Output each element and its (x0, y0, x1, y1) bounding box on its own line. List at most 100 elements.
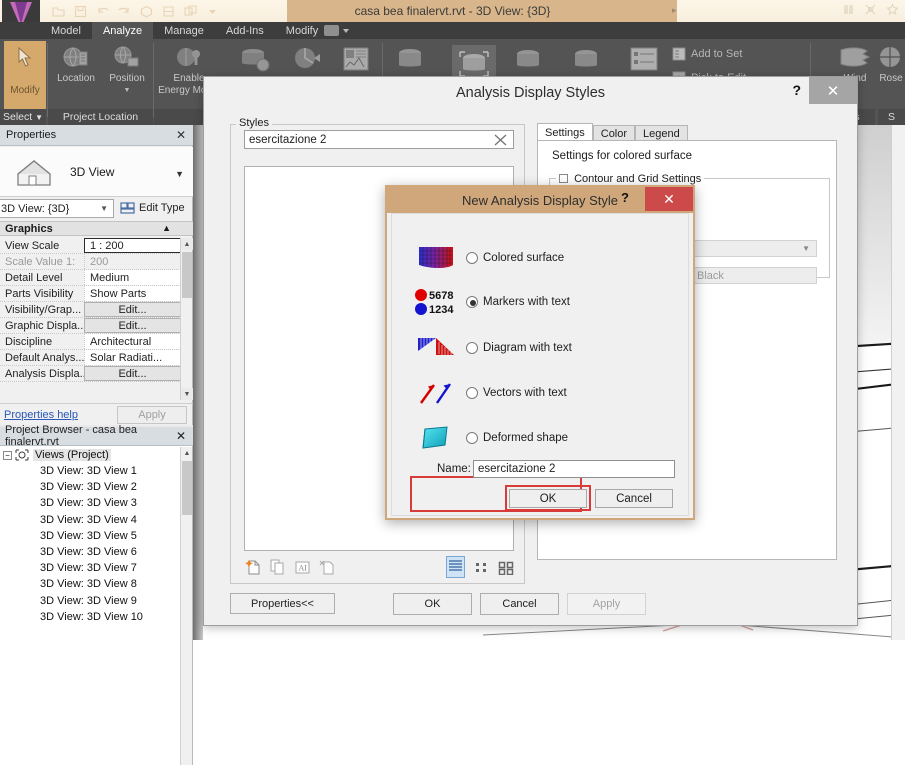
cancel-button[interactable]: Cancel (480, 593, 559, 615)
radio-markers-with-text[interactable] (466, 296, 478, 308)
heating-cooling-loads-button[interactable] (292, 45, 324, 75)
properties-help-link[interactable]: Properties help (4, 409, 78, 421)
scroll-down-icon[interactable]: ▼ (181, 388, 193, 400)
row-value[interactable]: Medium (84, 270, 181, 285)
list-item[interactable]: 3D View: 3D View 6 (0, 544, 181, 560)
table-row[interactable]: Graphic Displa... Edit... (0, 318, 181, 334)
new-style-icon[interactable] (244, 559, 261, 576)
duplicate-style-icon[interactable] (269, 559, 286, 576)
zone-button[interactable] (568, 45, 604, 77)
tab-model[interactable]: Model (40, 22, 92, 39)
select-caret-icon[interactable]: ▼ (35, 113, 43, 122)
section-box-button[interactable] (510, 45, 546, 77)
tab-addins[interactable]: Add-Ins (215, 22, 275, 39)
delete-style-icon[interactable] (319, 559, 336, 576)
color-value-field[interactable]: Black (690, 267, 817, 284)
properties-type-preview[interactable]: 3D View ▼ (0, 147, 193, 197)
option-deformed-shape[interactable]: Deformed shape (414, 416, 674, 460)
add-to-set-item[interactable]: Add to Set (672, 47, 742, 61)
small-icons-view-icon[interactable] (474, 560, 489, 575)
rename-style-icon[interactable]: AI (294, 559, 311, 576)
scroll-up-icon[interactable]: ▲ (181, 238, 193, 250)
table-row[interactable]: Visibility/Grap... Edit... (0, 302, 181, 318)
table-row[interactable]: Detail Level Medium (0, 270, 181, 286)
help-icon[interactable] (842, 3, 855, 16)
table-row[interactable]: Default Analys... Solar Radiati... (0, 350, 181, 366)
list-view-icon[interactable] (446, 556, 465, 578)
radio-colored-surface[interactable] (466, 252, 478, 264)
ribbon-display-options-icon[interactable] (324, 25, 339, 36)
tree-root-views[interactable]: − Views (Project) (0, 447, 181, 463)
signin-icon[interactable] (864, 3, 877, 16)
system-browser-button[interactable] (392, 45, 428, 77)
row-edit-button[interactable]: Edit... (84, 302, 181, 317)
tab-analyze[interactable]: Analyze (91, 22, 154, 39)
expand-icon[interactable]: − (3, 450, 12, 460)
contour-checkbox[interactable] (559, 174, 568, 183)
scroll-up-icon[interactable]: ▲ (181, 447, 193, 459)
collapse-icon[interactable]: ▲ (162, 223, 171, 233)
rose-button[interactable]: Rose (874, 45, 905, 85)
viewport-scrollbar[interactable] (891, 125, 905, 640)
properties-scrollbar[interactable]: ▲ ▼ (180, 238, 193, 400)
list-item[interactable]: 3D View: 3D View 3 (0, 495, 181, 511)
radio-deformed-shape[interactable] (466, 432, 478, 444)
edit-type-button[interactable]: Edit Type (120, 201, 185, 215)
clear-x-icon[interactable] (493, 133, 508, 147)
location-button[interactable]: Location (52, 45, 100, 85)
ribbon-display-options-caret-icon[interactable] (343, 29, 349, 33)
row-edit-button[interactable]: Edit... (84, 366, 181, 381)
close-icon[interactable]: ✕ (176, 128, 186, 142)
list-item[interactable]: 3D View: 3D View 4 (0, 512, 181, 528)
chevron-down-icon[interactable]: ▼ (175, 169, 184, 179)
inner-cancel-button[interactable]: Cancel (595, 489, 673, 508)
ok-button[interactable]: OK (393, 593, 472, 615)
view-selector-combo[interactable]: 3D View: {3D} ▼ (0, 199, 114, 218)
open-icon[interactable] (52, 5, 65, 18)
modify-button[interactable]: Modify (4, 41, 46, 119)
help-icon[interactable]: ? (621, 190, 629, 205)
table-row[interactable]: Parts Visibility Show Parts (0, 286, 181, 302)
row-value[interactable]: 1 : 200 (84, 238, 181, 253)
table-row[interactable]: View Scale 1 : 200 (0, 238, 181, 254)
close-icon[interactable]: ✕ (809, 77, 857, 104)
close-icon[interactable]: ✕ (645, 187, 693, 211)
row-value[interactable]: Show Parts (84, 286, 181, 301)
name-input[interactable]: esercitazione 2 (473, 460, 675, 478)
3d-view-icon[interactable] (140, 5, 153, 18)
properties-group-graphics[interactable]: Graphics ▲ (0, 221, 193, 236)
row-value[interactable]: Solar Radiati... (84, 350, 181, 365)
energy-settings-button[interactable] (238, 45, 272, 75)
option-markers-with-text[interactable]: 5678 1234 Markers with text (414, 280, 674, 324)
qat-dropdown-icon[interactable] (206, 5, 219, 18)
radio-vectors-with-text[interactable] (466, 387, 478, 399)
row-edit-button[interactable]: Edit... (84, 318, 181, 333)
space-naming-button[interactable] (628, 45, 660, 75)
option-diagram-with-text[interactable]: Diagram with text (414, 326, 674, 370)
scrollbar-thumb[interactable] (182, 461, 192, 515)
scrollbar-thumb[interactable] (182, 252, 192, 298)
favorites-icon[interactable] (886, 3, 899, 16)
radio-diagram-with-text[interactable] (466, 342, 478, 354)
close-icon[interactable]: ✕ (176, 429, 186, 443)
large-icons-view-icon[interactable] (498, 560, 514, 575)
section-icon[interactable] (162, 5, 175, 18)
table-row[interactable]: Analysis Displa... Edit... (0, 366, 181, 382)
row-value[interactable]: Architectural (84, 334, 181, 349)
settings-select-combo[interactable]: ▼ (690, 240, 817, 257)
option-colored-surface[interactable]: Colored surface (414, 236, 674, 280)
undo-icon[interactable] (96, 5, 109, 18)
title-next-icon[interactable]: ▸ (672, 5, 677, 16)
help-icon[interactable]: ? (792, 82, 801, 98)
inner-ok-button[interactable]: OK (509, 489, 587, 508)
styles-combo[interactable]: esercitazione 2 (244, 130, 514, 149)
redo-icon[interactable] (118, 5, 131, 18)
option-vectors-with-text[interactable]: Vectors with text (414, 371, 674, 415)
save-icon[interactable] (74, 5, 87, 18)
tile-windows-icon[interactable] (184, 4, 197, 18)
list-item[interactable]: 3D View: 3D View 5 (0, 528, 181, 544)
list-item[interactable]: 3D View: 3D View 2 (0, 479, 181, 495)
list-item[interactable]: 3D View: 3D View 1 (0, 463, 181, 479)
position-dropdown-icon[interactable]: ▼ (124, 85, 131, 97)
tab-manage[interactable]: Manage (153, 22, 215, 39)
